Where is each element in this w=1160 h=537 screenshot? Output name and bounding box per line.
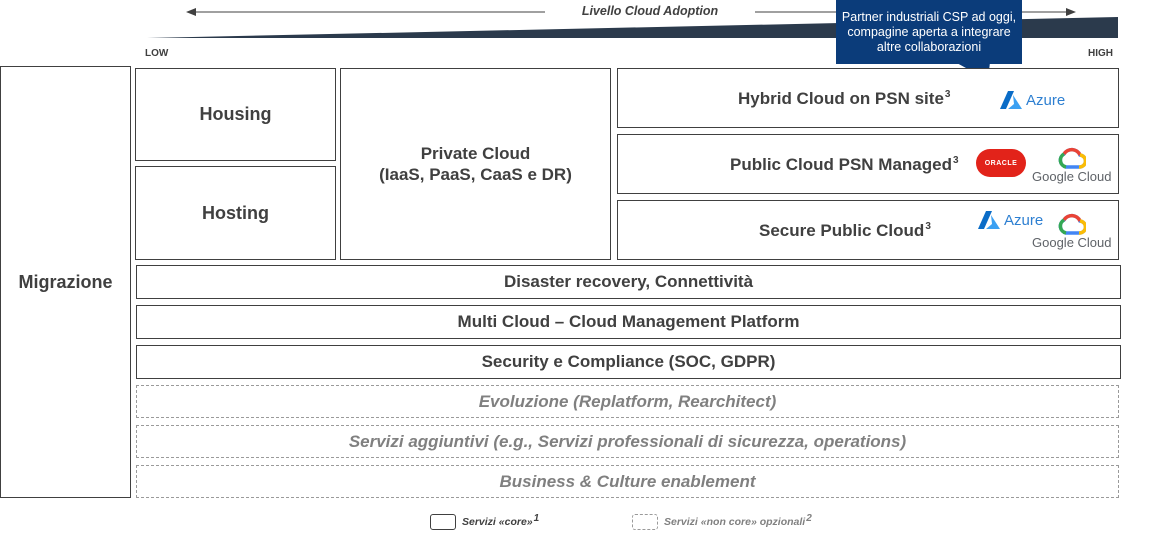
azure-icon [978, 211, 1000, 229]
optional-row-servizi-aggiuntivi: Servizi aggiuntivi (e.g., Servizi profes… [136, 425, 1119, 458]
legend-noncore-swatch [632, 514, 658, 530]
optional-row-evoluzione: Evoluzione (Replatform, Rearchitect) [136, 385, 1119, 418]
legend-noncore-label: Servizi «non core» opzionali2 [664, 512, 812, 528]
migrazione-label: Migrazione [18, 271, 113, 292]
azure-logo: Azure [1000, 91, 1065, 109]
public-cloud-managed-label: Public Cloud PSN Managed3 [730, 155, 959, 174]
high-label: HIGH [1088, 48, 1113, 59]
arrow-left-head [186, 8, 196, 16]
low-label: LOW [145, 48, 169, 59]
legend-core-label: Servizi «core»1 [462, 512, 540, 528]
housing-box: Housing [135, 68, 336, 161]
core-row-security: Security e Compliance (SOC, GDPR) [136, 345, 1121, 379]
partner-callout-text: Partner industriali CSP ad oggi, compagi… [841, 9, 1017, 54]
secure-public-cloud-box: Secure Public Cloud3 Azure Google Cloud [617, 200, 1119, 260]
oracle-logo: ORACLE [976, 149, 1026, 177]
azure-icon [1000, 91, 1022, 109]
partner-callout: Partner industriali CSP ad oggi, compagi… [836, 0, 1022, 64]
secure-public-cloud-label: Secure Public Cloud3 [759, 221, 931, 240]
hybrid-cloud-box: Hybrid Cloud on PSN site3 Azure [617, 68, 1119, 128]
google-cloud-icon [1058, 213, 1086, 235]
google-cloud-logo-2: Google Cloud [1032, 213, 1112, 250]
hosting-box: Hosting [135, 166, 336, 260]
private-cloud-box: Private Cloud (IaaS, PaaS, CaaS e DR) [340, 68, 611, 260]
public-cloud-managed-box: Public Cloud PSN Managed3 ORACLE Google … [617, 134, 1119, 194]
legend-core: Servizi «core»1 [430, 512, 540, 530]
migrazione-box: Migrazione [0, 66, 131, 498]
private-cloud-subtitle: (IaaS, PaaS, CaaS e DR) [379, 165, 572, 184]
google-cloud-logo: Google Cloud [1032, 147, 1112, 184]
adoption-title: Livello Cloud Adoption [581, 4, 719, 18]
housing-label: Housing [199, 104, 272, 124]
google-cloud-icon [1058, 147, 1086, 169]
optional-row-business-culture: Business & Culture enablement [136, 465, 1119, 498]
hybrid-cloud-label: Hybrid Cloud on PSN site3 [738, 89, 951, 108]
core-row-multi-cloud: Multi Cloud – Cloud Management Platform [136, 305, 1121, 339]
legend-core-swatch [430, 514, 456, 530]
arrow-right-head [1066, 8, 1076, 16]
legend-noncore: Servizi «non core» opzionali2 [632, 512, 812, 530]
hosting-label: Hosting [202, 202, 269, 223]
core-row-disaster-recovery: Disaster recovery, Connettività [136, 265, 1121, 299]
private-cloud-title: Private Cloud [420, 144, 531, 163]
